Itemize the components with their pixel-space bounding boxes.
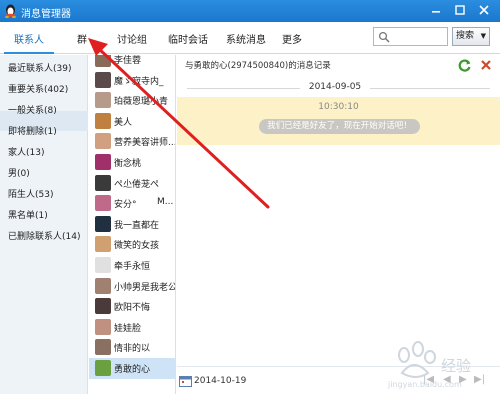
contact-name: 魔ゞ寂寺内_ — [114, 76, 164, 87]
contact-row[interactable]: 娃娃脸 — [89, 317, 175, 338]
contact-row[interactable]: 情非的以 — [89, 337, 175, 358]
tab-more[interactable]: 更多 — [282, 31, 302, 46]
contact-row[interactable]: 珀薇恩璐小青 — [89, 90, 175, 111]
baidu-paw-logo: 经验 jingyan.baidu.com — [387, 341, 471, 389]
search-button-label: 搜索 — [456, 31, 475, 41]
close-button[interactable] — [476, 2, 492, 18]
system-message: 我们已经是好友了，现在开始对话吧！ — [259, 119, 420, 134]
delete-record-icon[interactable] — [479, 58, 493, 72]
system-message-band: 10:30:10 我们已经是好友了，现在开始对话吧！ — [177, 97, 500, 145]
conversation-title: 与勇敢的心(2974500840)的消息记录 — [185, 61, 331, 71]
close-icon — [479, 5, 489, 15]
contact-row[interactable]: 安分° M... — [89, 193, 175, 214]
contact-row[interactable]: 牵手永恒 — [89, 255, 175, 276]
title-bar: 消息管理器 — [0, 0, 500, 22]
tab-temp-sessions[interactable]: 临时会话 — [168, 31, 208, 46]
chevron-down-icon: ▼ — [480, 32, 486, 40]
search-input[interactable] — [373, 27, 448, 46]
contact-row[interactable]: ぺ尐倦茏ぺ — [89, 173, 175, 194]
footer-date: 2014-10-19 — [194, 376, 247, 386]
tab-discussion-groups[interactable]: 讨论组 — [117, 31, 147, 46]
contact-row[interactable]: 勇敢的心 — [89, 358, 175, 379]
maximize-button[interactable] — [452, 2, 468, 18]
maximize-icon — [455, 5, 465, 15]
message-time: 10:30:10 — [318, 102, 359, 112]
avatar — [95, 257, 111, 273]
contact-name: 微笑的女孩 — [114, 241, 160, 252]
contact-name: 欧阳不悔 — [114, 303, 151, 314]
avatar — [95, 215, 111, 232]
avatar — [95, 195, 111, 212]
category-male[interactable]: 男(0) — [8, 166, 30, 179]
tab-system-messages[interactable]: 系统消息 — [226, 31, 266, 46]
avatar — [95, 71, 111, 88]
active-tab-indicator — [4, 52, 54, 54]
avatar — [95, 277, 111, 294]
watermark-text: 经验 — [441, 357, 471, 375]
qq-penguin-icon — [5, 4, 16, 18]
category-general[interactable]: 一般关系(8) — [8, 103, 57, 116]
contact-name: ぺ尐倦茏ぺ — [114, 179, 160, 190]
avatar — [95, 360, 111, 376]
contact-name: 我一直都在 — [114, 220, 160, 231]
contact-category-list: 最近联系人(39) 重要关系(402) 一般关系(8) 即将删除(1) 家人(1… — [0, 55, 88, 394]
contact-list: 李佳蓉魔ゞ寂寺内_ 珀薇恩璐小青 美人营养美容讲师... 衡念桃ぺ尐倦茏ぺ安分° M..… — [89, 55, 176, 394]
contact-name: 娃娃脸 — [114, 323, 142, 334]
avatar — [95, 154, 111, 170]
watermark-url: jingyan.baidu.com — [387, 380, 462, 389]
contact-name: 李佳蓉 — [114, 56, 142, 66]
category-family[interactable]: 家人(13) — [8, 145, 44, 158]
contact-row[interactable]: 营养美容讲师... — [89, 131, 176, 152]
contact-row[interactable]: 衡念桃 — [89, 152, 175, 173]
contact-name: 珀薇恩璐小青 — [114, 97, 169, 108]
contact-row[interactable]: 魔ゞ寂寺内_ — [89, 70, 175, 91]
category-important[interactable]: 重要关系(402) — [8, 82, 68, 95]
contact-row[interactable]: 我一直都在 — [89, 214, 175, 235]
contact-row[interactable]: 李佳蓉 — [89, 55, 175, 70]
contact-row[interactable]: 微笑的女孩 — [89, 234, 175, 255]
minimize-button[interactable] — [428, 2, 444, 18]
calendar-icon[interactable] — [179, 375, 192, 387]
contact-name: 勇敢的心 — [114, 365, 151, 375]
contact-name: 安分° — [114, 200, 137, 211]
avatar — [95, 298, 111, 315]
avatar — [95, 112, 111, 129]
category-to-delete[interactable]: 即将删除(1) — [8, 124, 57, 137]
category-strangers[interactable]: 陌生人(53) — [8, 187, 53, 200]
contact-name: 小帅男是我老公 — [114, 282, 176, 293]
contact-name: 美人 — [114, 117, 133, 128]
tab-contacts[interactable]: 联系人 — [14, 31, 44, 46]
refresh-icon[interactable] — [458, 58, 472, 72]
contact-row[interactable]: 欧阳不悔 — [89, 296, 175, 317]
contact-name: 营养美容讲师... — [114, 138, 176, 149]
category-recent-contacts[interactable]: 最近联系人(39) — [8, 61, 71, 74]
contact-extra: M... — [157, 197, 174, 208]
avatar — [95, 236, 111, 253]
search-icon — [378, 31, 390, 43]
contact-row[interactable]: 小帅男是我老公 — [89, 276, 176, 297]
minimize-icon — [432, 11, 440, 13]
window-title: 消息管理器 — [21, 9, 71, 20]
search-button[interactable]: 搜索 ▼ — [452, 27, 490, 46]
tab-groups[interactable]: 群 — [77, 31, 87, 46]
baidu-jingyan-watermark: 经验 jingyan.baidu.com — [384, 333, 496, 394]
category-blacklist[interactable]: 黑名单(1) — [8, 208, 48, 221]
avatar — [95, 55, 111, 67]
message-date: 2014-09-05 — [300, 82, 370, 92]
avatar — [95, 92, 111, 109]
category-deleted-contacts[interactable]: 已删除联系人(14) — [8, 229, 80, 242]
avatar — [95, 133, 111, 150]
contact-name: 衡念桃 — [114, 159, 142, 169]
contact-name: 情非的以 — [114, 344, 151, 355]
avatar — [95, 318, 111, 335]
contact-row[interactable]: 美人 — [89, 111, 175, 132]
avatar — [95, 339, 111, 356]
avatar — [95, 174, 111, 191]
contact-name: 牵手永恒 — [114, 262, 151, 272]
